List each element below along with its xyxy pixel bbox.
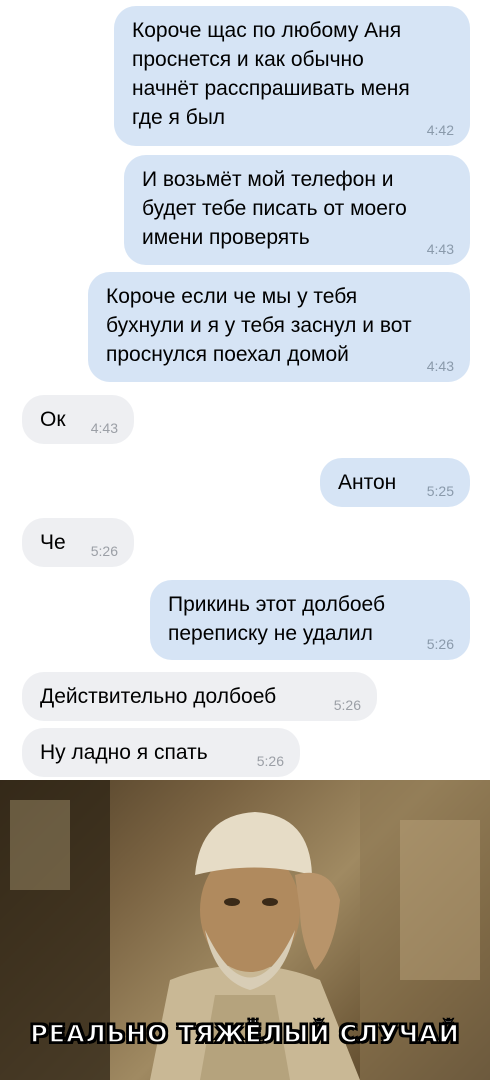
message-time: 4:42 — [426, 122, 454, 138]
meme-caption: РЕАЛЬНО ТЯЖЁЛЫЙ СЛУЧАЙ — [29, 1019, 460, 1049]
message-text: Короче если че мы у тебя бухнули и я у т… — [106, 285, 412, 366]
message-incoming[interactable]: Действительно долбоеб 5:26 — [22, 672, 377, 721]
chat-thread: Короче щас по любому Аня проснется и как… — [0, 0, 490, 780]
message-time: 4:43 — [90, 420, 118, 436]
message-text: Ну ладно я спать — [40, 741, 208, 764]
message-text: Действительно долбоеб — [40, 685, 277, 708]
message-incoming[interactable]: Че 5:26 — [22, 518, 134, 567]
message-outgoing[interactable]: Короче щас по любому Аня проснется и как… — [114, 6, 470, 146]
message-time: 5:26 — [90, 543, 118, 559]
message-outgoing[interactable]: Короче если че мы у тебя бухнули и я у т… — [88, 272, 470, 382]
message-outgoing[interactable]: Антон 5:25 — [320, 458, 470, 507]
message-text: И возьмёт мой телефон и будет тебе писат… — [142, 168, 407, 249]
message-time: 4:43 — [426, 358, 454, 374]
message-text: Прикинь этот долбоеб переписку не удалил — [168, 593, 386, 645]
message-time: 5:26 — [333, 697, 361, 713]
message-time: 5:26 — [426, 636, 454, 652]
message-incoming[interactable]: Ок 4:43 — [22, 395, 134, 444]
message-time: 5:26 — [256, 753, 284, 769]
message-outgoing[interactable]: Прикинь этот долбоеб переписку не удалил… — [150, 580, 470, 660]
meme-image[interactable]: РЕАЛЬНО ТЯЖЁЛЫЙ СЛУЧАЙ — [0, 780, 490, 1080]
message-outgoing[interactable]: И возьмёт мой телефон и будет тебе писат… — [124, 155, 470, 265]
message-time: 4:43 — [426, 241, 454, 257]
message-time: 5:25 — [426, 483, 454, 499]
message-text: Короче щас по любому Аня проснется и как… — [132, 19, 410, 129]
message-incoming[interactable]: Ну ладно я спать 5:26 — [22, 728, 300, 777]
